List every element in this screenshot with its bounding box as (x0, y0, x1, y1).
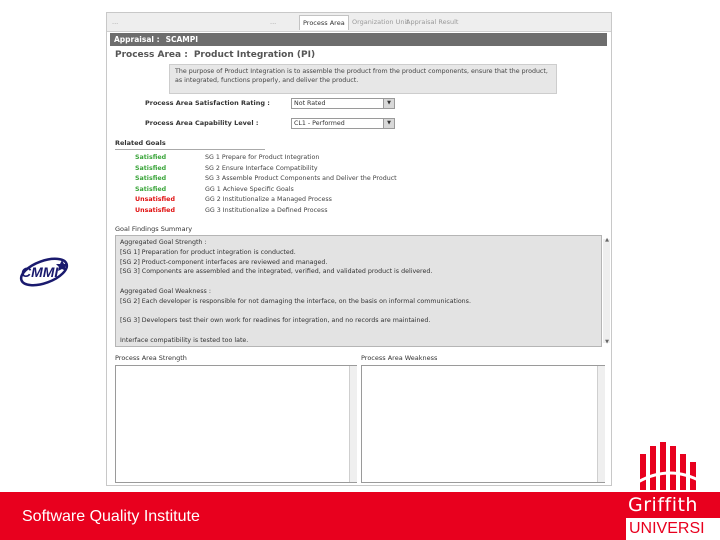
satisfaction-rating-label: Process Area Satisfaction Rating : (145, 99, 270, 107)
satisfaction-rating-value: Not Rated (294, 100, 326, 107)
process-area-title: Process Area : Product Integration (PI) (115, 50, 321, 60)
chevron-down-icon[interactable]: ▼ (383, 99, 394, 108)
goal-row[interactable]: Satisfied SG 1 Prepare for Product Integr… (135, 152, 319, 163)
scroll-up-icon[interactable]: ▲ (605, 237, 609, 243)
cmmi-text: CMMI (21, 264, 59, 280)
strength-textarea[interactable] (115, 365, 357, 483)
findings-line: Interface compatibility is tested too la… (120, 336, 249, 344)
findings-line (120, 326, 597, 336)
process-area-label: Process Area : (115, 50, 188, 60)
findings-line: [SG 3] Components are assembled and the … (120, 268, 433, 276)
findings-line: [SG 1] Preparation for product integrati… (120, 248, 296, 256)
goal-name: GG 2 Institutionalize a Managed Process (205, 196, 332, 204)
divider (115, 149, 265, 150)
weakness-scrollbar[interactable] (597, 366, 605, 482)
goal-status: Unsatisfied (135, 196, 175, 204)
findings-scrollbar[interactable] (603, 239, 610, 343)
goal-row[interactable]: Unsatisfied GG 3 Institutionalize a Defin… (135, 205, 327, 216)
findings-line: Aggregated Goal Strength : (120, 239, 207, 246)
findings-line: Aggregated Goal Weakness : (120, 287, 211, 295)
goal-status: Satisfied (135, 154, 167, 161)
weakness-textarea[interactable] (361, 365, 605, 483)
weakness-label: Process Area Weakness (361, 354, 438, 362)
goal-status: Satisfied (135, 185, 167, 193)
findings-line: [SG 2] Product-component interfaces are … (120, 258, 328, 266)
appraisal-window: ... ... Process Area Organization Unit A… (106, 12, 612, 486)
university-wordmark: UNIVERSI (626, 518, 720, 540)
related-goals-title: Related Goals (115, 139, 166, 147)
goal-row[interactable]: Satisfied GG 1 Achieve Specific Goals (135, 184, 294, 195)
appraisal-value: SCAMPI (165, 35, 199, 44)
footer-institute-name: Software Quality Institute (22, 508, 200, 525)
goal-row[interactable]: Satisfied SG 3 Assemble Product Component… (135, 173, 397, 184)
findings-line: [SG 2] Each developer is responsible for… (120, 297, 471, 305)
goal-name: GG 1 Achieve Specific Goals (205, 185, 294, 193)
chevron-down-icon[interactable]: ▼ (383, 119, 394, 128)
goal-status: Unsatisfied (135, 207, 175, 214)
strength-scrollbar[interactable] (349, 366, 357, 482)
capability-level-label: Process Area Capability Level : (145, 119, 259, 127)
griffith-wordmark: Griffith (628, 494, 698, 516)
tab-1[interactable]: ... (109, 15, 121, 29)
capability-level-select[interactable]: CL1 - Performed ▼ (291, 118, 395, 129)
appraisal-label: Appraisal : (114, 35, 160, 44)
goal-name: SG 3 Assemble Product Components and Del… (205, 175, 397, 183)
goal-name: GG 3 Institutionalize a Defined Process (205, 207, 328, 214)
satisfaction-rating-select[interactable]: Not Rated ▼ (291, 98, 395, 109)
process-area-value: Product Integration (PI) (193, 50, 316, 60)
tab-process-area[interactable]: Process Area (299, 15, 349, 30)
findings-line (120, 307, 597, 317)
goal-row[interactable]: Unsatisfied GG 2 Institutionalize a Manag… (135, 194, 332, 205)
tab-bar: ... ... Process Area Organization Unit A… (107, 13, 611, 32)
findings-summary[interactable]: Aggregated Goal Strength : [SG 1] Prepara… (115, 235, 602, 347)
goal-name: SG 2 Ensure Interface Compatibility (205, 164, 318, 172)
findings-title: Goal Findings Summary (115, 225, 193, 233)
goal-status: Satisfied (135, 175, 167, 183)
tab-2[interactable]: ... (267, 15, 279, 29)
tab-appraisal-result[interactable]: Appraisal Result (403, 15, 462, 29)
strength-label: Process Area Strength (115, 354, 187, 362)
goal-status: Satisfied (135, 164, 167, 172)
process-area-purpose: The purpose of Product Integration is to… (169, 64, 557, 94)
findings-line (120, 277, 597, 287)
appraisal-header: Appraisal : SCAMPI (110, 33, 607, 46)
griffith-logo (637, 442, 703, 490)
findings-line: [SG 3] Developers test their own work fo… (120, 317, 431, 325)
goal-name: SG 1 Prepare for Product Integration (205, 154, 320, 161)
scroll-down-icon[interactable]: ▼ (605, 339, 609, 345)
goal-row[interactable]: Satisfied SG 2 Ensure Interface Compatibi… (135, 163, 318, 174)
capability-level-value: CL1 - Performed (294, 120, 345, 127)
